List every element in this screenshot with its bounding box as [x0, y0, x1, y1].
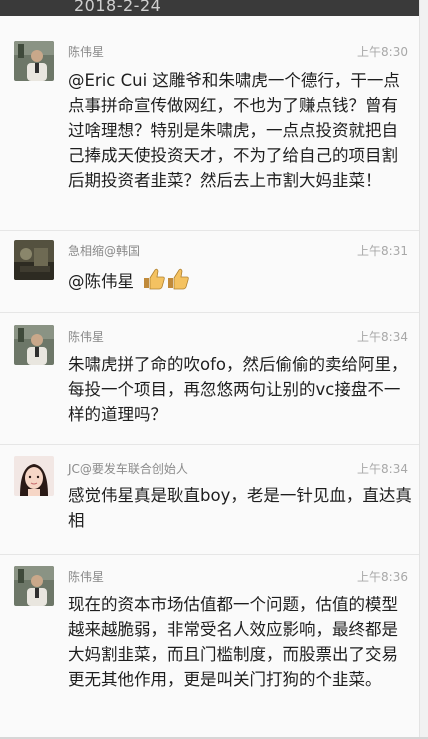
comment-time: 上午8:34 [357, 462, 408, 476]
comment-time: 上午8:30 [357, 45, 408, 59]
comment-item[interactable]: JC@要发车联合创始人 上午8:34 感觉伟星真是耿直boy，老是一针见血，直达… [0, 444, 420, 555]
comment-item[interactable]: 陈伟星 上午8:36 现在的资本市场估值都一个问题，估值的模型越来越脆弱，非常受… [0, 554, 420, 739]
comment-item[interactable]: 急相缩@韩国 上午8:31 @陈伟星 [0, 230, 420, 313]
comment-time: 上午8:31 [357, 244, 408, 258]
avatar[interactable] [14, 325, 54, 365]
thumbs-up-icon [143, 268, 189, 297]
comment-username[interactable]: 陈伟星 [68, 328, 104, 345]
comment-time: 上午8:36 [357, 570, 408, 584]
comment-text: @Eric Cui 这雕爷和朱啸虎一个德行，干一点点事拼命宣传做网红，不也为了赚… [68, 71, 400, 190]
scrollbar-track[interactable] [419, 0, 428, 739]
comment-text: @陈伟星 [68, 272, 134, 291]
comment-text: 感觉伟星真是耿直boy，老是一针见血，直达真相 [68, 486, 412, 530]
comment-item[interactable]: 陈伟星 上午8:30 @Eric Cui 这雕爷和朱啸虎一个德行，干一点点事拼命… [0, 16, 420, 231]
comment-username[interactable]: JC@要发车联合创始人 [68, 460, 188, 477]
avatar[interactable] [14, 41, 54, 81]
comment-username[interactable]: 急相缩@韩国 [68, 242, 140, 259]
date-header: 2018-2-24 [0, 0, 428, 16]
avatar[interactable] [14, 566, 54, 606]
comment-text: 现在的资本市场估值都一个问题，估值的模型越来越脆弱，非常受名人效应影响，最终都是… [68, 595, 398, 689]
comment-item[interactable]: 陈伟星 上午8:34 朱啸虎拼了命的吹ofo，然后偷偷的卖给阿里，每投一个项目，… [0, 312, 420, 445]
avatar[interactable] [14, 240, 54, 280]
comment-username[interactable]: 陈伟星 [68, 568, 104, 585]
comment-text-row: @陈伟星 [68, 268, 412, 297]
date-label: 2018-2-24 [74, 0, 162, 15]
comment-time: 上午8:34 [357, 330, 408, 344]
comment-text: 朱啸虎拼了命的吹ofo，然后偷偷的卖给阿里，每投一个项目，再忽悠两句让别的vc接… [68, 355, 408, 424]
comment-username[interactable]: 陈伟星 [68, 43, 104, 60]
comment-screen: 2018-2-24 陈伟星 上午8:30 @Eric Cui 这雕爷和朱啸虎一个… [0, 0, 428, 739]
avatar[interactable] [14, 456, 54, 496]
